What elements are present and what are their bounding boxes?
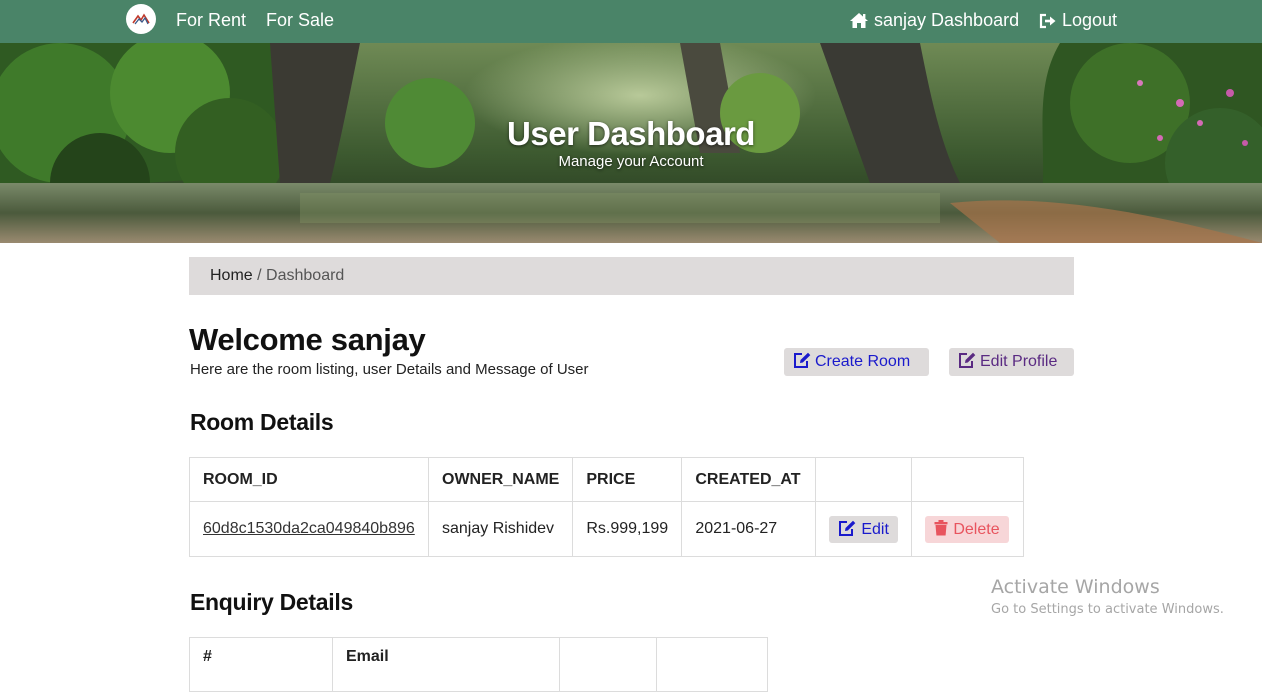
cell-price: Rs.999,199	[572, 501, 683, 557]
table-row: 60d8c1530da2ca049840b896 sanjay Rishidev…	[189, 501, 1025, 557]
hero-banner: User Dashboard Manage your Account	[0, 43, 1262, 243]
table-header-row: # Email	[189, 637, 768, 692]
delete-room-button[interactable]: Delete	[925, 515, 1009, 543]
col-email: Email	[332, 637, 560, 692]
create-room-button[interactable]: Create Room	[784, 348, 929, 376]
edit-icon	[959, 352, 976, 368]
edit-icon	[794, 352, 811, 368]
brand-logo[interactable]	[126, 4, 156, 34]
col-number: #	[189, 637, 333, 692]
col-owner-name: OWNER_NAME	[427, 457, 574, 502]
logout-icon	[1039, 13, 1056, 29]
mountain-logo-icon	[132, 13, 150, 25]
room-details-heading: Room Details	[190, 409, 334, 435]
breadcrumb-separator: /	[257, 267, 262, 284]
cell-created-at: 2021-06-27	[681, 501, 817, 557]
table-header-row: ROOM_ID OWNER_NAME PRICE CREATED_AT	[189, 457, 1025, 502]
nav-for-rent[interactable]: For Rent	[176, 0, 246, 43]
edit-profile-button[interactable]: Edit Profile	[949, 348, 1074, 376]
enquiry-details-heading: Enquiry Details	[190, 589, 353, 615]
edit-room-button[interactable]: Edit	[829, 515, 898, 543]
col-room-id: ROOM_ID	[189, 457, 429, 502]
trash-icon	[934, 519, 948, 535]
col-edit	[815, 457, 913, 502]
col-delete	[911, 457, 1025, 502]
edit-profile-label: Edit Profile	[980, 353, 1058, 370]
col-price: PRICE	[572, 457, 683, 502]
col-created-at: CREATED_AT	[681, 457, 817, 502]
nav-dashboard[interactable]: sanjay Dashboard	[849, 0, 1019, 43]
welcome-subtitle: Here are the room listing, user Details …	[190, 361, 589, 378]
nav-logout[interactable]: Logout	[1039, 0, 1117, 43]
activate-windows-subtitle: Go to Settings to activate Windows.	[991, 602, 1224, 617]
welcome-title: Welcome sanjay	[189, 322, 426, 357]
delete-room-label: Delete	[953, 520, 1000, 538]
home-icon	[850, 13, 868, 28]
cell-owner-name: sanjay Rishidev	[427, 501, 574, 557]
breadcrumb-current: Dashboard	[266, 267, 345, 284]
hero-subtitle: Manage your Account	[558, 153, 704, 170]
edit-icon	[839, 520, 856, 536]
edit-room-label: Edit	[861, 520, 889, 538]
cell-room-id: 60d8c1530da2ca049840b896	[189, 501, 429, 557]
cell-edit: Edit	[815, 501, 913, 557]
breadcrumb-home[interactable]: Home	[210, 267, 253, 284]
room-details-table: ROOM_ID OWNER_NAME PRICE CREATED_AT 60d8…	[189, 457, 1025, 557]
breadcrumb: Home / Dashboard	[189, 257, 1074, 295]
nav-dashboard-label: sanjay Dashboard	[874, 10, 1020, 30]
activate-windows-title: Activate Windows	[991, 576, 1160, 598]
create-room-label: Create Room	[815, 353, 911, 370]
col-blank-2	[656, 637, 768, 692]
room-id-link[interactable]: 60d8c1530da2ca049840b896	[203, 520, 415, 537]
enquiry-details-table: # Email	[189, 637, 768, 692]
nav-logout-label: Logout	[1062, 10, 1118, 30]
nav-for-sale[interactable]: For Sale	[266, 0, 334, 43]
top-navbar: For Rent For Sale sanjay Dashboard Logou…	[0, 0, 1262, 43]
hero-title: User Dashboard	[507, 115, 755, 152]
col-blank-1	[559, 637, 657, 692]
cell-delete: Delete	[911, 501, 1025, 557]
